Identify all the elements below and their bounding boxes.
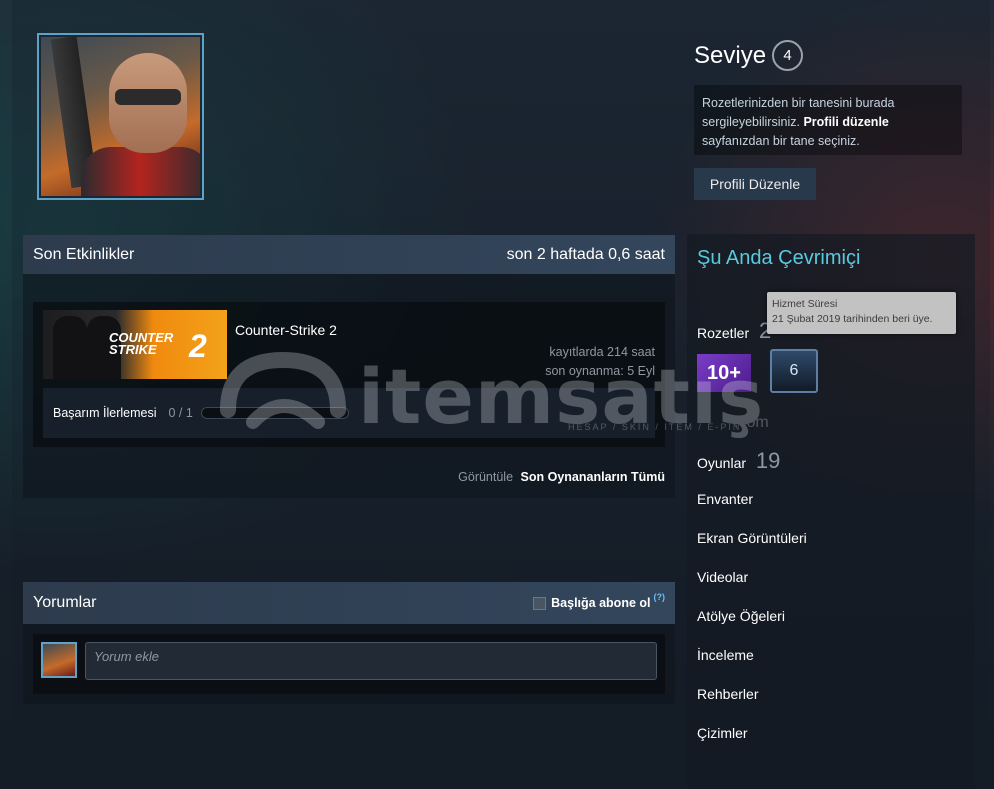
comment-entry: Yorum ekle (33, 634, 665, 694)
commenter-avatar (41, 642, 77, 678)
achievement-progress-bar (200, 407, 349, 419)
activity-title: Son Etkinlikler (33, 245, 135, 263)
achievement-progress-row[interactable]: Başarım İlerlemesi 0 / 1 (43, 388, 655, 438)
years-of-service-badge[interactable]: 10+ (697, 354, 751, 392)
badges-link[interactable]: Rozetler 2 (697, 318, 771, 344)
comment-input[interactable]: Yorum ekle (85, 642, 657, 680)
view-label: Görüntüle (458, 470, 514, 484)
comments-header: Yorumlar Başlığa abone ol (?) (23, 582, 675, 624)
game-hours: kayıtlarda 214 saat son oynanma: 5 Eyl (545, 343, 655, 381)
subscribe-checkbox[interactable] (533, 596, 547, 610)
service-tooltip: Hizmet Süresi 21 Şubat 2019 tarihinden b… (767, 292, 956, 334)
comments-section: Yorumlar Başlığa abone ol (?) Yorum ekle (23, 582, 675, 704)
view-all-row: Görüntüle Son Oynananların Tümü (458, 470, 665, 484)
game-capsule-image[interactable]: COUNTER STRIKE 2 (43, 310, 227, 379)
achievement-label: Başarım İlerlemesi (53, 406, 157, 420)
badge-hint: Rozetlerinizden bir tanesini burada serg… (694, 85, 962, 155)
capsule-logo-number: 2 (189, 328, 207, 364)
achievement-count: 0 / 1 (168, 406, 193, 420)
level-badge-icon[interactable]: 6 (770, 349, 818, 393)
last-played: son oynanma: 5 Eyl (545, 364, 655, 378)
subscribe-label: Başlığa abone ol (551, 596, 651, 610)
capsule-logo-line2: STRIKE (109, 342, 157, 357)
edit-profile-link[interactable]: Profili düzenle (803, 115, 888, 129)
sidebar-item-artwork[interactable]: Çizimler (697, 725, 748, 741)
games-count: 19 (755, 448, 781, 473)
hours-on-record: kayıtlarda 214 saat (549, 345, 655, 359)
games-label: Oyunlar (697, 455, 747, 471)
subscribe-thread[interactable]: Başlığa abone ol (?) (533, 592, 665, 610)
recent-activity-section: Son Etkinlikler son 2 haftada 0,6 saat C… (23, 235, 675, 498)
level-block: Seviye 4 (694, 40, 804, 71)
sidebar-item-guides[interactable]: Rehberler (697, 686, 758, 702)
online-status: Şu Anda Çevrimiçi (697, 247, 861, 269)
badge-hint-text-end: sayfanızdan bir tane seçiniz. (702, 134, 860, 148)
sidebar-item-workshop[interactable]: Atölye Öğeleri (697, 608, 785, 624)
level-title: Seviye (694, 41, 767, 69)
tooltip-title: Hizmet Süresi (772, 298, 838, 310)
profile-avatar[interactable] (37, 33, 204, 200)
help-icon[interactable]: (?) (654, 592, 666, 602)
games-link[interactable]: Oyunlar 19 (697, 448, 780, 474)
game-name-link[interactable]: Counter-Strike 2 (235, 322, 337, 338)
sidebar-item-screenshots[interactable]: Ekran Görüntüleri (697, 530, 807, 546)
activity-header: Son Etkinlikler son 2 haftada 0,6 saat (23, 235, 675, 274)
edit-profile-button[interactable]: Profili Düzenle (694, 168, 816, 200)
tooltip-text: 21 Şubat 2019 tarihinden beri üye. (772, 313, 933, 325)
sidebar-item-videos[interactable]: Videolar (697, 569, 748, 585)
badges-label: Rozetler (697, 325, 750, 341)
comments-title: Yorumlar (33, 594, 97, 611)
view-all-recent-link[interactable]: Son Oynananların Tümü (521, 470, 665, 484)
activity-summary: son 2 haftada 0,6 saat (506, 245, 665, 263)
avatar-image (41, 37, 200, 196)
level-badge[interactable]: 4 (772, 40, 804, 71)
sidebar-item-reviews[interactable]: İnceleme (697, 647, 754, 663)
sidebar-item-inventory[interactable]: Envanter (697, 491, 753, 507)
game-card: COUNTER STRIKE 2 Counter-Strike 2 kayıtl… (33, 302, 665, 447)
